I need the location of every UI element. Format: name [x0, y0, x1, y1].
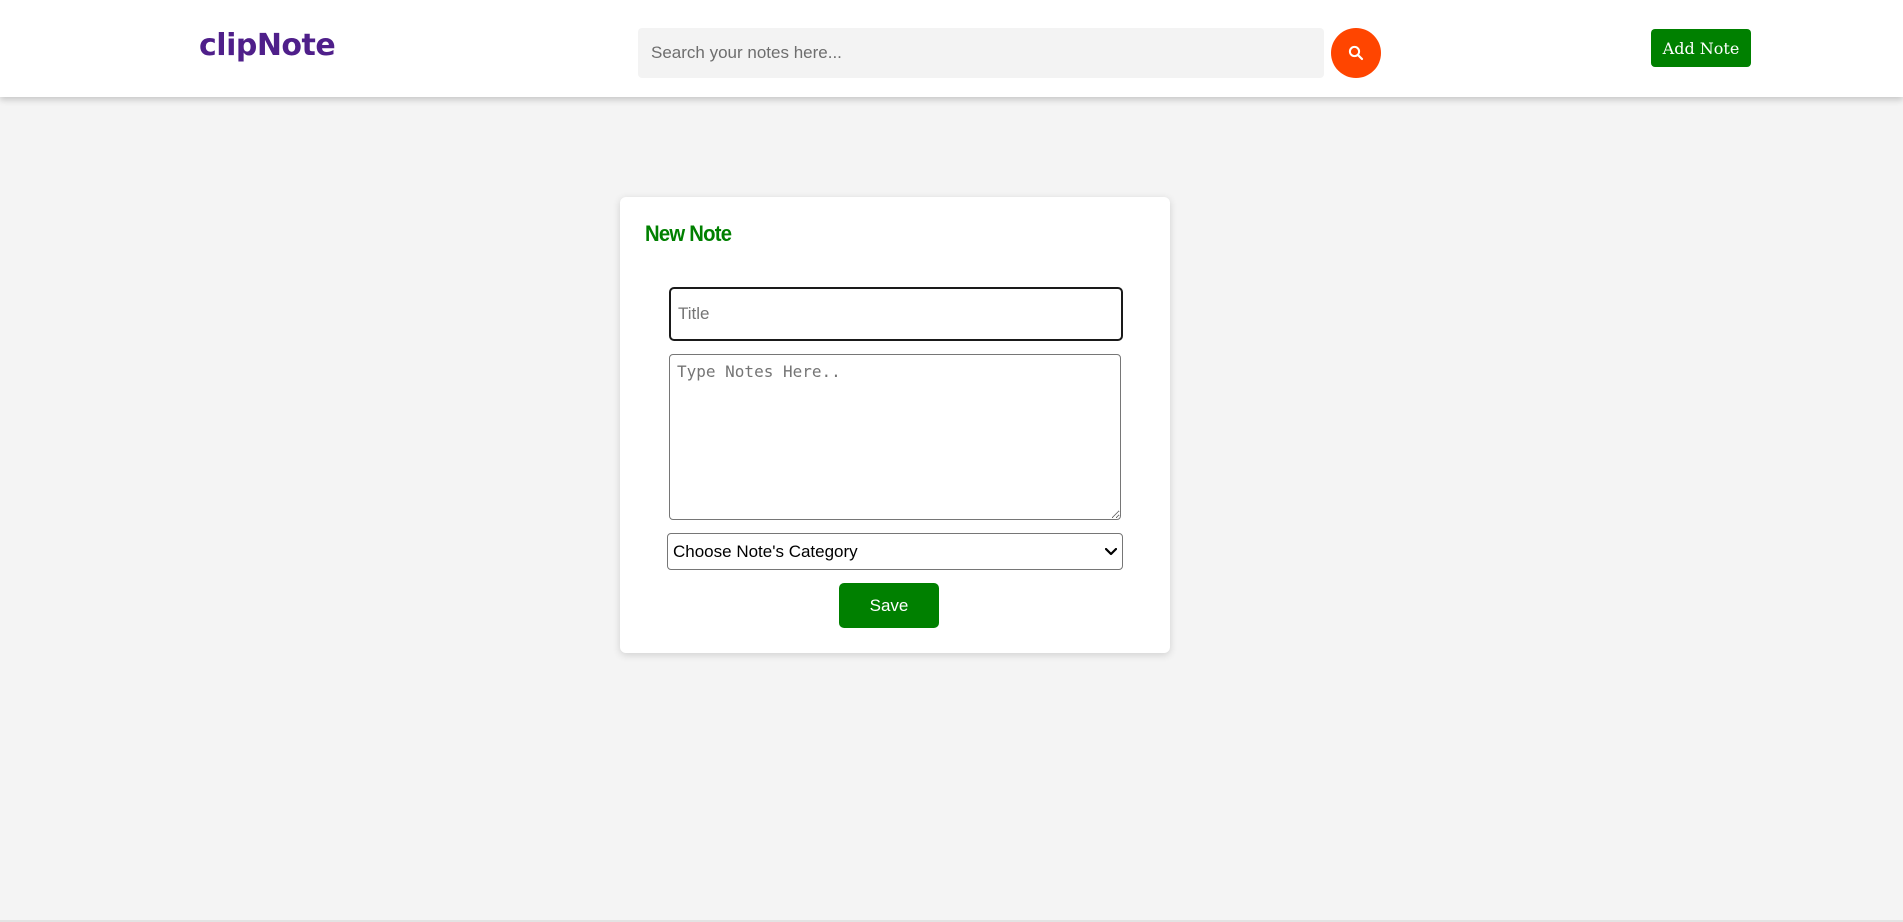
- category-select-value: Choose Note's Category: [673, 541, 858, 561]
- save-button[interactable]: Save: [839, 583, 939, 628]
- form-heading: New Note: [645, 221, 732, 246]
- new-note-card: New Note Choose Note's Category Save: [620, 197, 1170, 653]
- title-input[interactable]: [669, 287, 1123, 341]
- search-icon: [1348, 45, 1364, 61]
- category-select[interactable]: Choose Note's Category: [667, 533, 1123, 570]
- add-note-button[interactable]: Add Note: [1651, 29, 1751, 67]
- app-logo[interactable]: clipNote: [199, 28, 336, 63]
- chevron-down-icon: [1105, 547, 1117, 555]
- top-navbar: clipNote Add Note: [0, 0, 1903, 97]
- notes-textarea[interactable]: [669, 354, 1121, 520]
- search-input[interactable]: [638, 28, 1324, 78]
- search-button[interactable]: [1331, 28, 1381, 78]
